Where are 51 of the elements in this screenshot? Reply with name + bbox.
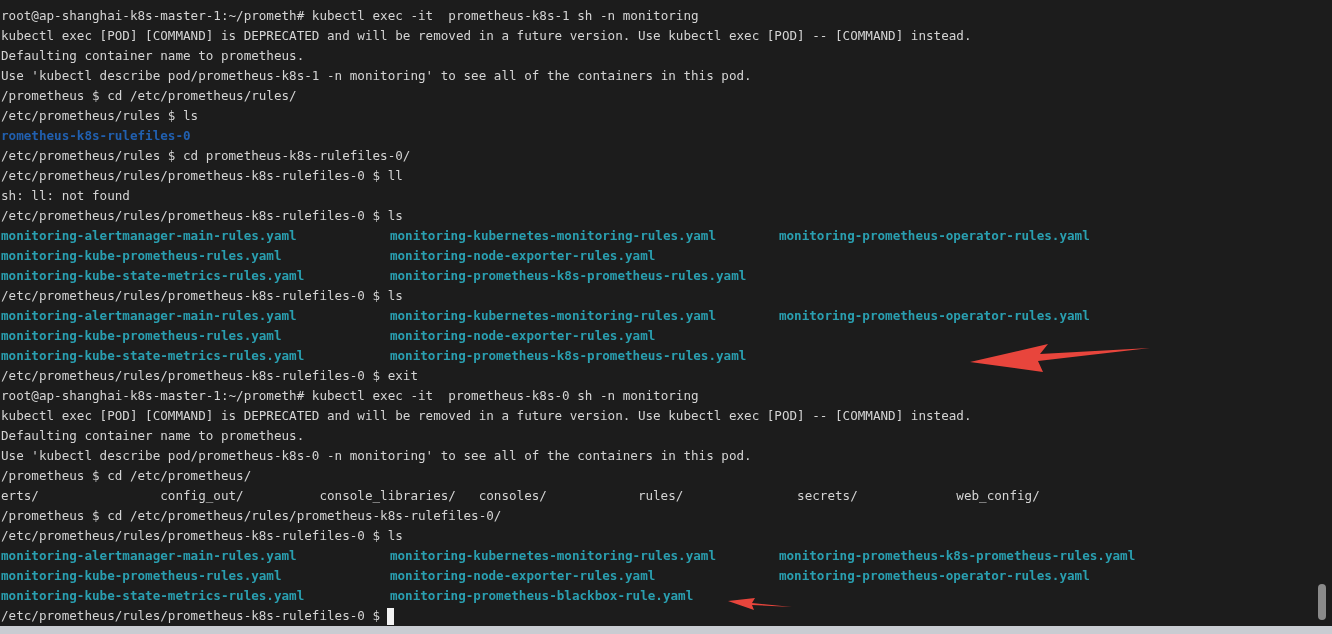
terminal-line: /prometheus $ cd /etc/prometheus/rules/ — [1, 87, 297, 105]
terminal-line: /etc/prometheus/rules/prometheus-k8s-rulefiles-0 $ ll — [1, 167, 403, 185]
directory-name: web_config/ — [956, 487, 1040, 505]
file-name: monitoring-node-exporter-rules.yaml — [389, 567, 656, 585]
terminal-line: /etc/prometheus/rules/prometheus-k8s-rulefiles-0 $ exit — [1, 367, 418, 385]
terminal-line: /etc/prometheus/rules/prometheus-k8s-rulefiles-0 $ ls — [1, 527, 403, 545]
file-name: monitoring-prometheus-blackbox-rule.yaml — [389, 587, 694, 605]
directory-name: console_libraries/ — [319, 487, 456, 505]
terminal-line: /etc/prometheus/rules/prometheus-k8s-rulefiles-0 $ ls — [1, 287, 403, 305]
terminal-line: /prometheus $ cd /etc/prometheus/rules/prometheus-k8s-rulefiles-0/ — [1, 507, 502, 525]
directory-name: rometheus-k8s-rulefiles-0 — [1, 127, 191, 145]
file-name: monitoring-kubernetes-monitoring-rules.yaml — [389, 307, 716, 325]
directory-name: rules/ — [637, 487, 684, 505]
file-name: monitoring-kube-prometheus-rules.yaml — [1, 567, 282, 585]
file-name: monitoring-prometheus-operator-rules.yaml — [778, 307, 1090, 325]
terminal-line: /etc/prometheus/rules/prometheus-k8s-rulefiles-0 $ ls — [1, 207, 403, 225]
terminal-line: /etc/prometheus/rules $ ls — [1, 107, 199, 125]
terminal-line: /etc/prometheus/rules $ cd prometheus-k8s-rulefiles-0/ — [1, 147, 411, 165]
file-name: monitoring-node-exporter-rules.yaml — [389, 247, 656, 265]
terminal-line: sh: ll: not found — [1, 187, 130, 205]
scrollbar-thumb[interactable] — [1318, 584, 1326, 620]
file-name: monitoring-alertmanager-main-rules.yaml — [1, 307, 297, 325]
terminal-line: Defaulting container name to prometheus. — [1, 47, 305, 65]
terminal-line: root@ap-shanghai-k8s-master-1:~/prometh# kubectl exec -it prometheus-k8s-1 sh -n monitoring — [1, 7, 699, 25]
file-name: monitoring-kubernetes-monitoring-rules.yaml — [389, 227, 716, 245]
file-name: monitoring-kubernetes-monitoring-rules.yaml — [389, 547, 716, 565]
terminal-line: root@ap-shanghai-k8s-master-1:~/prometh# kubectl exec -it prometheus-k8s-0 sh -n monitoring — [1, 387, 699, 405]
terminal-line: kubectl exec [POD] [COMMAND] is DEPRECATED and will be removed in a future version. Use kubectl exec [POD] -- [COMMAND] instead. — [1, 407, 972, 425]
terminal-prompt: /etc/prometheus/rules/prometheus-k8s-rulefiles-0 $ — [1, 607, 381, 625]
terminal-line: Use 'kubectl describe pod/prometheus-k8s-1 -n monitoring' to see all of the containers in this pod. — [1, 67, 752, 85]
file-name: monitoring-kube-state-metrics-rules.yaml — [1, 587, 305, 605]
file-name: monitoring-prometheus-k8s-prometheus-rules.yaml — [778, 547, 1136, 565]
terminal-line: kubectl exec [POD] [COMMAND] is DEPRECATED and will be removed in a future version. Use kubectl exec [POD] -- [COMMAND] instead. — [1, 27, 972, 45]
file-name: monitoring-prometheus-operator-rules.yaml — [778, 227, 1090, 245]
directory-name: erts/ — [1, 487, 39, 505]
directory-name: consoles/ — [478, 487, 547, 505]
file-name: monitoring-alertmanager-main-rules.yaml — [1, 227, 297, 245]
directory-name: config_out/ — [160, 487, 244, 505]
file-name: monitoring-kube-state-metrics-rules.yaml — [1, 347, 305, 365]
terminal-line: /prometheus $ cd /etc/prometheus/ — [1, 467, 252, 485]
file-name: monitoring-kube-state-metrics-rules.yaml — [1, 267, 305, 285]
file-name: monitoring-kube-prometheus-rules.yaml — [1, 247, 282, 265]
file-name: monitoring-kube-prometheus-rules.yaml — [1, 327, 282, 345]
file-name: monitoring-prometheus-operator-rules.yaml — [778, 567, 1090, 585]
file-name: monitoring-node-exporter-rules.yaml — [389, 327, 656, 345]
terminal-line: Defaulting container name to prometheus. — [1, 427, 305, 445]
directory-name: secrets/ — [797, 487, 858, 505]
terminal-line: Use 'kubectl describe pod/prometheus-k8s-0 -n monitoring' to see all of the containers in this pod. — [1, 447, 752, 465]
file-name: monitoring-alertmanager-main-rules.yaml — [1, 547, 297, 565]
file-name: monitoring-prometheus-k8s-prometheus-rules.yaml — [389, 347, 747, 365]
file-name: monitoring-prometheus-k8s-prometheus-rules.yaml — [389, 267, 747, 285]
